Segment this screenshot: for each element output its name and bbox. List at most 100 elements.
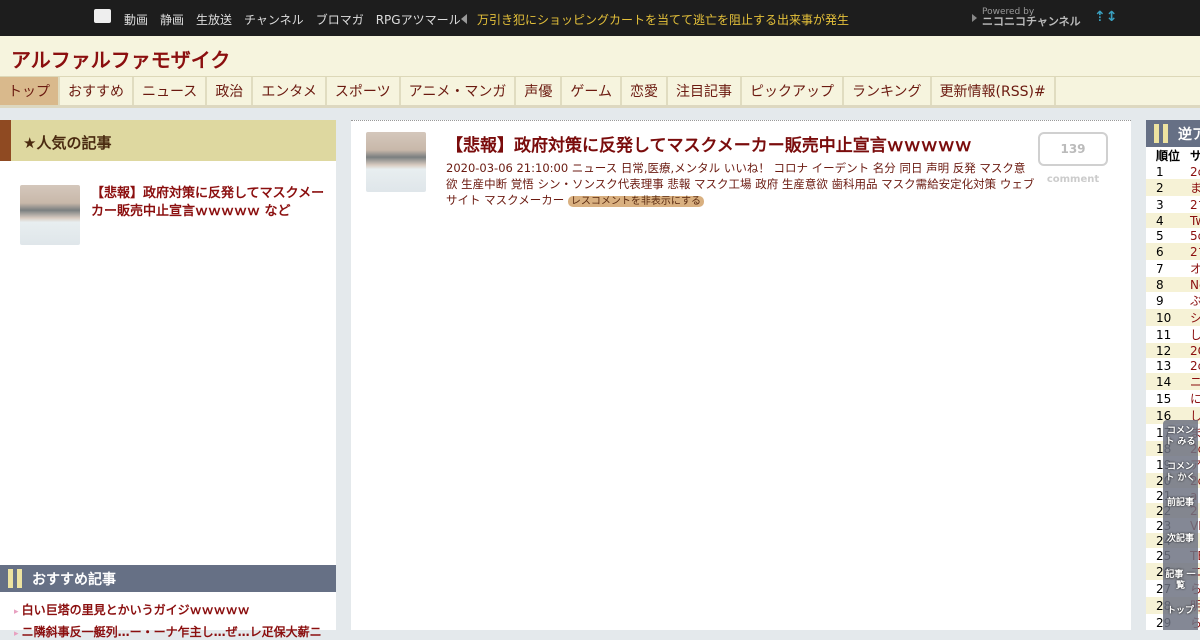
powered-by-logo[interactable]: Powered by ニコニコチャンネル xyxy=(972,7,1081,28)
floating-nav: コメント みる コメント かく 前記事 次記事 記事 一覧 トップ xyxy=(1163,420,1198,630)
nav-anime[interactable]: アニメ・マンガ xyxy=(401,77,517,105)
site-header: アルファルファモザイク xyxy=(0,36,1200,76)
link-video[interactable]: 動画 xyxy=(124,11,148,28)
site-link[interactable]: Ne xyxy=(1180,277,1200,292)
recommended-heading: おすすめ記事 xyxy=(0,565,336,592)
rank-number: 7 xyxy=(1156,261,1164,276)
nav-entertainment[interactable]: エンタメ xyxy=(253,77,327,105)
nav-voice-actor[interactable]: 声優 xyxy=(516,77,563,105)
article-tags[interactable]: 2020-03-06 21:10:00 ニュース 日常,医療,メンタル いいね！… xyxy=(446,161,1034,207)
rank-number: 15 xyxy=(1156,391,1172,406)
ranking-row: 11 し xyxy=(1146,326,1200,343)
recommended-item[interactable]: 白い巨塔の里見とかいうガイジｗｗｗｗｗ xyxy=(14,601,250,618)
article-list: 【悲報】政府対策に反発してマスクメーカー販売中止宣言ｗｗｗｗｗ 2020-03-… xyxy=(351,120,1131,630)
site-link[interactable]: 5ch xyxy=(1180,228,1200,243)
hide-comments-button[interactable]: レスコメントを非表示にする xyxy=(567,196,704,207)
nav-pickup[interactable]: ピックアップ xyxy=(742,77,844,105)
link-blomaga[interactable]: ブロマガ xyxy=(316,11,364,28)
rank-number: 4 xyxy=(1146,213,1181,228)
prev-article-button[interactable]: 前記事 xyxy=(1163,492,1198,528)
rank-number: 12 xyxy=(1146,343,1181,358)
rank-number: 13 xyxy=(1156,358,1172,373)
link-seiga[interactable]: 静画 xyxy=(160,11,184,28)
rank-number: 11 xyxy=(1156,327,1172,342)
ranking-row: 14 ニ xyxy=(1146,373,1200,390)
site-link[interactable]: に xyxy=(1180,390,1200,407)
site-link[interactable]: 2ch xyxy=(1180,164,1200,179)
tv-icon[interactable] xyxy=(94,9,111,23)
ranking-row: 1 2ch xyxy=(1146,164,1200,179)
site-link[interactable]: し xyxy=(1180,326,1200,343)
link-live[interactable]: 生放送 xyxy=(196,11,232,28)
comment-count[interactable]: 139 xyxy=(1038,132,1108,166)
popular-heading: ★人気の記事 xyxy=(0,120,336,161)
site-link[interactable]: 2ち xyxy=(1180,196,1200,213)
nav-top[interactable]: トップ xyxy=(0,77,60,105)
rank-number: 6 xyxy=(1146,243,1181,260)
rank-number: 5 xyxy=(1156,228,1164,243)
popular-item-link[interactable]: 【悲報】政府対策に反発してマスクメーカー販売中止宣言ｗｗｗｗｗ など xyxy=(91,185,326,245)
site-link[interactable]: ぶ xyxy=(1180,292,1200,309)
article-meta: 2020-03-06 21:10:00 ニュース 日常,医療,メンタル いいね！… xyxy=(446,160,1036,210)
view-comments-button[interactable]: コメント みる xyxy=(1163,420,1198,456)
recommended-item[interactable]: ニ隣斜事反一艇列…ー・ーナ乍主し…ぜ…レ疋保大薪ニ xyxy=(14,623,322,640)
site-link[interactable]: オ xyxy=(1180,260,1200,277)
rank-number: 1 xyxy=(1156,164,1164,179)
ranking-row: 13 2ch xyxy=(1146,358,1200,373)
site-title[interactable]: アルファルファモザイク xyxy=(11,44,230,73)
write-comment-button[interactable]: コメント かく xyxy=(1163,456,1198,492)
nav-ranking[interactable]: ランキング xyxy=(844,77,932,105)
rank-number: 10 xyxy=(1146,309,1181,326)
rank-number: 14 xyxy=(1146,373,1181,390)
top-button[interactable]: トップ xyxy=(1163,600,1198,636)
article-title[interactable]: 【悲報】政府対策に反発してマスクメーカー販売中止宣言ｗｗｗｗｗ xyxy=(446,131,972,156)
next-article-button[interactable]: 次記事 xyxy=(1163,528,1198,564)
news-ticker[interactable]: 万引き犯にショッピングカートを当てて逃亡を阻止する出来事が発生 xyxy=(462,11,849,28)
col-rank: 順位 xyxy=(1156,149,1181,163)
link-channel[interactable]: チャンネル xyxy=(244,11,304,28)
rank-number: 3 xyxy=(1156,197,1164,212)
article-list-button[interactable]: 記事 一覧 xyxy=(1163,564,1198,600)
site-link[interactable]: 2G xyxy=(1180,343,1200,358)
ranking-row: 4Tw xyxy=(1146,213,1200,228)
rank-number: 9 xyxy=(1156,293,1164,308)
ranking-row: 9ぶ xyxy=(1146,292,1200,309)
left-sidebar: ★人気の記事 【悲報】政府対策に反発してマスクメーカー販売中止宣言ｗｗｗｗｗ な… xyxy=(0,120,336,639)
ranking-row: 8Ne xyxy=(1146,277,1200,292)
ranking-heading: 逆アクセスランキング xyxy=(1146,120,1200,147)
rank-number: 2 xyxy=(1146,179,1181,196)
ranking-row: 7オ xyxy=(1146,260,1200,277)
service-links: 動画 静画 生放送 チャンネル ブロマガ RPGアツマール xyxy=(124,11,461,28)
nav-game[interactable]: ゲーム xyxy=(562,77,622,105)
nav-recommended[interactable]: おすすめ xyxy=(60,77,134,105)
site-link[interactable]: 2ch xyxy=(1180,358,1200,373)
article-thumbnail[interactable] xyxy=(366,132,426,192)
ranking-row: 122G xyxy=(1146,343,1200,358)
site-link[interactable]: Tw xyxy=(1180,213,1200,228)
site-link[interactable]: ま xyxy=(1180,179,1200,196)
ranking-row: 2ま xyxy=(1146,179,1200,196)
nav-sports[interactable]: スポーツ xyxy=(327,77,401,105)
popular-item[interactable]: 【悲報】政府対策に反発してマスクメーカー販売中止宣言ｗｗｗｗｗ など xyxy=(20,185,326,245)
ranking-row: 15 に xyxy=(1146,390,1200,407)
site-link[interactable]: 2ち xyxy=(1180,243,1200,260)
sort-arrows-icon[interactable]: ⇡↕ xyxy=(1094,9,1117,25)
nav-politics[interactable]: 政治 xyxy=(207,77,254,105)
ranking-row: 10 シ xyxy=(1146,309,1200,326)
nav-featured[interactable]: 注目記事 xyxy=(668,77,742,105)
rank-number: 8 xyxy=(1146,277,1181,292)
ranking-row: 3 2ち xyxy=(1146,196,1200,213)
niconico-top-bar: 動画 静画 生放送 チャンネル ブロマガ RPGアツマール 万引き犯にショッピン… xyxy=(0,0,1200,36)
col-site: サイト xyxy=(1190,149,1200,163)
site-link[interactable]: ニ xyxy=(1180,373,1200,390)
link-rpg[interactable]: RPGアツマール xyxy=(376,11,461,28)
nav-romance[interactable]: 恋愛 xyxy=(622,77,668,105)
nav-rss[interactable]: 更新情報(RSS)# xyxy=(932,77,1056,105)
ranking-row: 5 5ch xyxy=(1146,228,1200,243)
main-nav: トップ おすすめ ニュース 政治 エンタメ スポーツ アニメ・マンガ 声優 ゲー… xyxy=(0,76,1200,108)
nav-news[interactable]: ニュース xyxy=(134,77,208,105)
ranking-row: 62ち xyxy=(1146,243,1200,260)
site-link[interactable]: シ xyxy=(1180,309,1200,326)
thumbnail-image[interactable] xyxy=(20,185,80,245)
brand-text: ニコニコチャンネル xyxy=(982,15,1081,28)
